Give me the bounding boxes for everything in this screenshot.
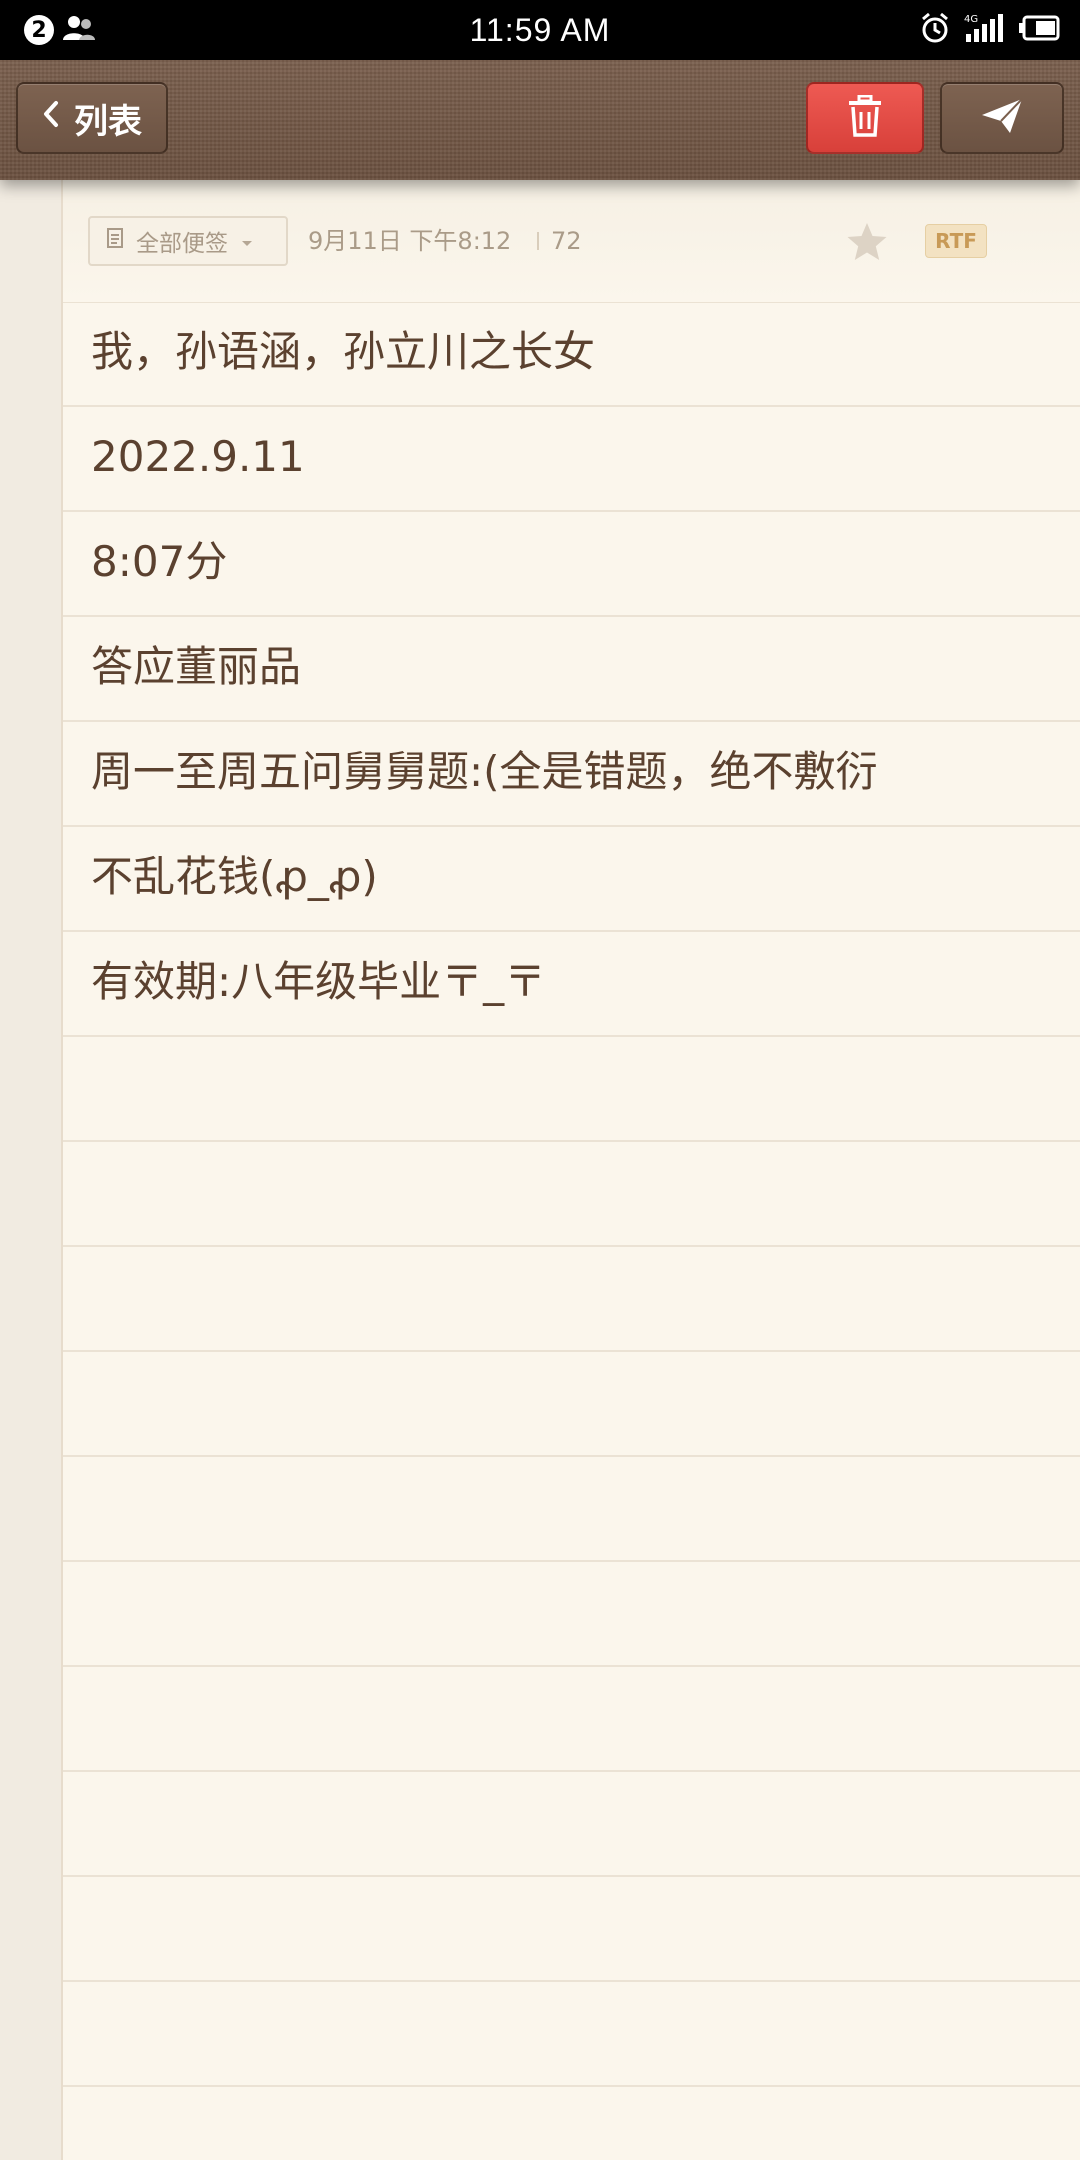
- note-editor[interactable]: 我，孙语涵，孙立川之长女 2022.9.11 8:07分 答应董丽品 周一至周五…: [63, 302, 1080, 1037]
- back-button-label: 列表: [74, 101, 142, 142]
- note-line[interactable]: 我，孙语涵，孙立川之长女: [63, 302, 1080, 407]
- character-count: 72: [551, 227, 582, 255]
- note-line[interactable]: 周一至周五问舅舅题:(全是错题，绝不敷衍: [63, 722, 1080, 827]
- note-line[interactable]: 不乱花钱(ꝓ_ꝓ): [63, 827, 1080, 932]
- note-line[interactable]: 8:07分: [63, 512, 1080, 617]
- caret-down-icon: [240, 228, 254, 254]
- status-right-icons: 4G: [920, 12, 1060, 48]
- send-button[interactable]: [940, 82, 1064, 154]
- alarm-icon: [920, 12, 950, 48]
- folder-selector[interactable]: 全部便签: [88, 216, 288, 266]
- note-meta-bar: 全部便签 9月11日 下午8:12 72 RTF: [63, 180, 1080, 303]
- rtf-format-badge[interactable]: RTF: [925, 224, 987, 258]
- note-date: 9月11日 下午8:12: [308, 227, 512, 255]
- note-margin: [0, 180, 63, 2160]
- note-line[interactable]: 2022.9.11: [63, 407, 1080, 512]
- favorite-star-icon[interactable]: [843, 218, 891, 266]
- meta-divider: [537, 232, 539, 250]
- folder-label: 全部便签: [136, 231, 228, 257]
- delete-button[interactable]: [806, 82, 924, 154]
- toolbar: 列表: [0, 60, 1080, 180]
- svg-text:4G: 4G: [964, 14, 978, 25]
- status-time: 11:59 AM: [469, 12, 611, 48]
- trash-icon: [847, 94, 883, 141]
- expand-arrow-icon[interactable]: [1073, 230, 1080, 256]
- note-line[interactable]: 有效期:八年级毕业〒_〒: [63, 932, 1080, 1037]
- status-bar: 2 11:59 AM 4G: [0, 0, 1080, 60]
- battery-icon: [1018, 15, 1060, 45]
- chevron-left-icon: [42, 98, 60, 138]
- note-line[interactable]: 答应董丽品: [63, 617, 1080, 722]
- back-button[interactable]: 列表: [16, 82, 168, 154]
- note-icon: [106, 227, 124, 255]
- paper-plane-icon: [980, 97, 1024, 139]
- signal-4g-icon: 4G: [964, 12, 1004, 48]
